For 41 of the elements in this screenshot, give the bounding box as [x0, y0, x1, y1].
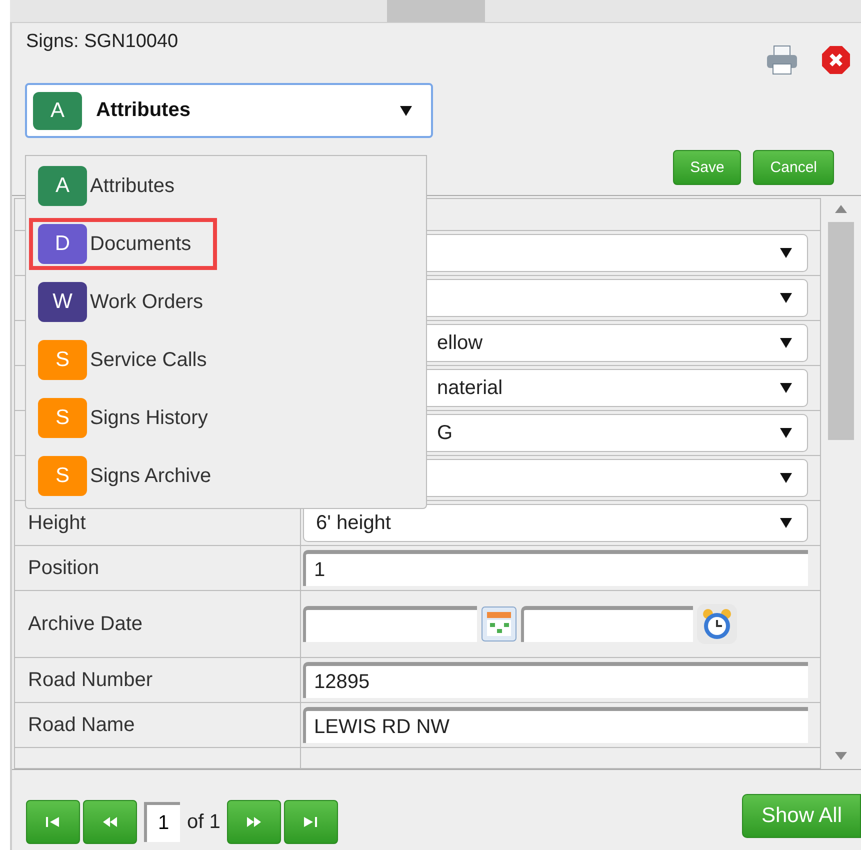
time-field[interactable]: [521, 606, 693, 642]
field-label: Road Name: [15, 703, 301, 747]
next-icon: [245, 816, 264, 828]
date-field[interactable]: [303, 606, 477, 642]
text-field[interactable]: LEWIS RD NW: [303, 707, 808, 743]
field-label: Position: [15, 546, 301, 590]
field-label: Height: [15, 501, 301, 545]
next-page-button[interactable]: [227, 800, 282, 844]
select-field[interactable]: 6' height: [303, 504, 808, 542]
caret-icon: [779, 427, 793, 439]
page-count: of 1: [187, 810, 220, 834]
scrollbar-thumb[interactable]: [828, 222, 854, 440]
calendar-icon[interactable]: [480, 605, 518, 643]
printer-icon[interactable]: [765, 45, 799, 75]
text-field[interactable]: 12895: [303, 662, 808, 698]
first-page-icon: [44, 816, 62, 828]
caret-icon: [779, 247, 793, 259]
panel-title: Signs: SGN10040: [26, 31, 178, 54]
alarm-clock-icon[interactable]: [696, 603, 738, 645]
menu-item[interactable]: D Documents: [29, 218, 217, 270]
close-icon[interactable]: [821, 45, 851, 75]
field-label: Archive Date: [15, 591, 301, 657]
first-page-button[interactable]: [26, 800, 80, 844]
scrollbar-thumb[interactable]: [386, 0, 484, 22]
caret-icon: [779, 517, 793, 529]
previous-page-button[interactable]: [83, 800, 137, 844]
menu-item[interactable]: A Attributes: [29, 160, 426, 212]
text-field[interactable]: 1: [303, 550, 808, 586]
caret-icon: [779, 472, 793, 484]
last-page-button[interactable]: [284, 800, 338, 844]
caret-icon: [779, 292, 793, 304]
caret-icon: [779, 382, 793, 394]
menu-item[interactable]: S Signs Archive: [29, 450, 426, 502]
field-label: Road Number: [15, 658, 301, 702]
caret-icon: [779, 337, 793, 349]
previous-icon: [101, 816, 119, 828]
page-field[interactable]: 1: [144, 802, 180, 842]
scroll-up-icon[interactable]: [834, 204, 848, 214]
scroll-down-icon[interactable]: [834, 751, 848, 761]
module-dropdown[interactable]: A Attributes: [25, 83, 433, 138]
caret-icon: [399, 104, 413, 116]
